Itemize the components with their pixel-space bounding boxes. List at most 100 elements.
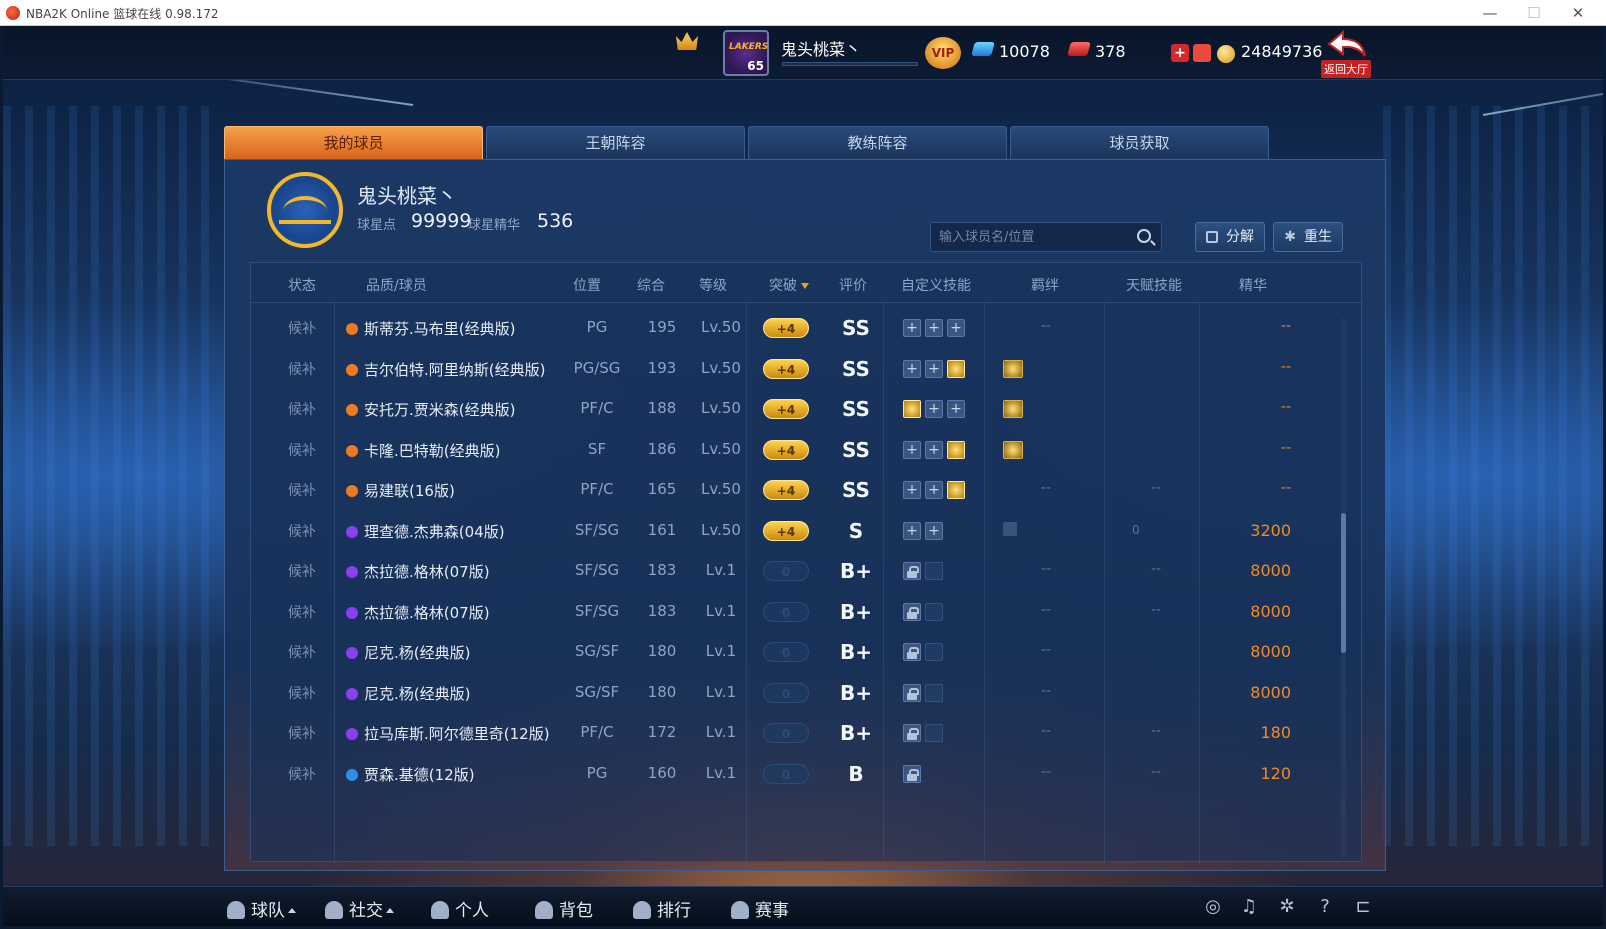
player-position: PG/SG [573,358,621,377]
add-skill-icon[interactable]: + [925,440,943,459]
header-rating[interactable]: 评价 [839,275,867,295]
player-grade: B+ [839,559,872,583]
maximize-button[interactable]: ☐ [1514,2,1554,24]
gift-icon[interactable] [1193,44,1211,62]
tab-my-players[interactable]: 我的球员 [224,126,483,159]
player-name[interactable]: 尼克.杨(经典版) [364,683,470,704]
scrollbar-thumb[interactable] [1341,513,1346,653]
add-skill-icon[interactable]: + [925,521,943,540]
player-status: 候补 [288,402,316,418]
close-button[interactable]: ✕ [1558,2,1598,24]
nav-personal[interactable]: 个人 [431,896,489,921]
player-name[interactable]: 尼克.杨(经典版) [364,642,470,663]
player-name[interactable]: 卡隆.巴特勒(经典版) [364,440,500,461]
recharge-plus-icon[interactable]: + [1171,44,1189,62]
table-row[interactable]: 候补 尼克.杨(经典版) SG/SF 180 Lv.1 0 B+ -- 8000 [251,673,1336,713]
add-skill-icon[interactable]: + [947,319,965,337]
exit-icon[interactable]: ⊏ [1353,897,1373,917]
add-skill-icon[interactable]: + [925,400,943,418]
table-row[interactable]: 候补 理查德.杰弗森(04版) SF/SG 161 Lv.50 +4 S + +0 3200 [251,511,1336,551]
player-name[interactable]: 理查德.杰弗森(04版) [364,521,505,542]
help-icon[interactable]: ? [1315,897,1335,917]
tab-dynasty-lineup[interactable]: 王朝阵容 [486,126,745,159]
player-name[interactable]: 斯蒂芬.马布里(经典版) [364,318,515,339]
player-name[interactable]: 安托万.贾米森(经典版) [364,399,515,420]
team-badge[interactable]: LAKERS 65 [723,30,769,76]
player-name[interactable]: 拉马库斯.阿尔德里奇(12版) [364,723,550,744]
skill-badge-icon[interactable] [947,440,965,459]
header-talent[interactable]: 天赋技能 [1126,275,1182,295]
player-position: PF/C [580,723,614,741]
breakthrough-badge: +4 [763,480,809,500]
nav-team[interactable]: 球队 [227,896,296,921]
talent-empty: -- [1151,723,1162,739]
table-row[interactable]: 候补 安托万.贾米森(经典版) PF/C 188 Lv.50 +4 SS + + -- [251,389,1336,429]
settings-icon[interactable]: ✲ [1277,897,1297,917]
lock-icon [903,562,921,580]
add-skill-icon[interactable]: + [925,481,943,499]
header-position[interactable]: 位置 [573,275,601,295]
player-name[interactable]: 吉尔伯特.阿里纳斯(经典版) [364,359,545,380]
nav-social[interactable]: 社交 [325,896,394,921]
header-player[interactable]: 品质/球员 [366,275,427,295]
table-row[interactable]: 候补 斯蒂芬.马布里(经典版) PG 195 Lv.50 +4 SS + + + -- -- [251,308,1336,348]
nav-backpack[interactable]: 背包 [535,896,593,921]
table-row[interactable]: 候补 杰拉德.格林(07版) SF/SG 183 Lv.1 0 B+ -- -- 8000 [251,551,1336,591]
back-to-lobby-button[interactable]: 返回大厅 [1321,30,1375,78]
table-row[interactable]: 候补 贾森.基德(12版) PG 160 Lv.1 0 B -- -- 120 [251,754,1336,794]
table-row[interactable]: 候补 杰拉德.格林(07版) SF/SG 183 Lv.1 0 B+ -- -- 8000 [251,592,1336,632]
add-skill-icon[interactable]: + [925,319,943,337]
add-skill-icon[interactable]: + [903,481,921,499]
header-status[interactable]: 状态 [288,275,316,295]
header-overall[interactable]: 综合 [637,275,665,295]
crown-icon[interactable] [676,32,698,50]
music-icon[interactable]: ♫ [1239,897,1259,917]
table-row[interactable]: 候补 吉尔伯特.阿里纳斯(经典版) PG/SG 193 Lv.50 +4 SS + + -- [251,349,1336,389]
search-input[interactable] [939,226,1129,248]
nav-ranking[interactable]: 排行 [633,896,691,921]
player-overall: 183 [647,601,677,620]
header-breakthrough[interactable]: 突破 [769,275,809,295]
headset-icon[interactable]: ◎ [1203,897,1223,917]
tab-coach-lineup[interactable]: 教练阵容 [748,126,1007,159]
player-position: SG/SF [574,642,620,660]
add-skill-icon[interactable]: + [903,359,921,378]
decompose-button[interactable]: 分解 [1195,222,1265,252]
breakthrough-badge: 0 [763,601,809,622]
add-skill-icon[interactable]: + [925,359,943,378]
quality-dot-icon [346,728,358,740]
table-row[interactable]: 候补 卡隆.巴特勒(经典版) SF 186 Lv.50 +4 SS + + -- [251,430,1336,470]
header-bond[interactable]: 羁绊 [1031,275,1059,295]
rebirth-button[interactable]: ✱ 重生 [1273,222,1343,252]
table-row[interactable]: 候补 尼克.杨(经典版) SG/SF 180 Lv.1 0 B+ -- 8000 [251,632,1336,672]
player-grade: B+ [839,680,872,705]
table-row[interactable]: 候补 拉马库斯.阿尔德里奇(12版) PF/C 172 Lv.1 0 B+ -- -- 180 [251,713,1336,753]
minimize-button[interactable]: — [1470,2,1510,24]
header-essence[interactable]: 精华 [1239,275,1267,295]
player-level: Lv.50 [701,439,741,458]
vip-icon[interactable]: VIP [925,37,961,69]
player-name[interactable]: 杰拉德.格林(07版) [364,561,490,582]
add-skill-icon[interactable]: + [903,521,921,540]
header-custom-skills[interactable]: 自定义技能 [901,275,971,295]
add-skill-icon[interactable]: + [947,400,965,418]
skill-badge-icon[interactable] [947,359,965,378]
player-name[interactable]: 杰拉德.格林(07版) [364,602,490,623]
header-level[interactable]: 等级 [699,275,727,295]
essence-label: 球星精华 [468,218,521,233]
skill-badge-icon[interactable] [947,481,965,499]
nav-backpack-label: 背包 [559,901,593,921]
add-skill-icon[interactable]: + [903,319,921,337]
tab-player-acquire[interactable]: 球员获取 [1010,126,1269,159]
profile-name: 鬼头桃菜丶 [357,184,457,208]
search-icon[interactable] [1137,229,1151,243]
player-name[interactable]: 贾森.基德(12版) [364,764,475,785]
bond-badge-icon[interactable] [1003,400,1023,418]
add-skill-icon[interactable]: + [903,440,921,459]
bond-badge-icon[interactable] [1003,359,1023,378]
player-name[interactable]: 易建联(16版) [364,480,455,501]
bond-badge-icon[interactable] [1003,440,1023,459]
skill-badge-icon[interactable] [903,400,921,418]
table-row[interactable]: 候补 易建联(16版) PF/C 165 Lv.50 +4 SS + + -- -- -- [251,470,1336,510]
nav-events[interactable]: 赛事 [731,896,789,921]
